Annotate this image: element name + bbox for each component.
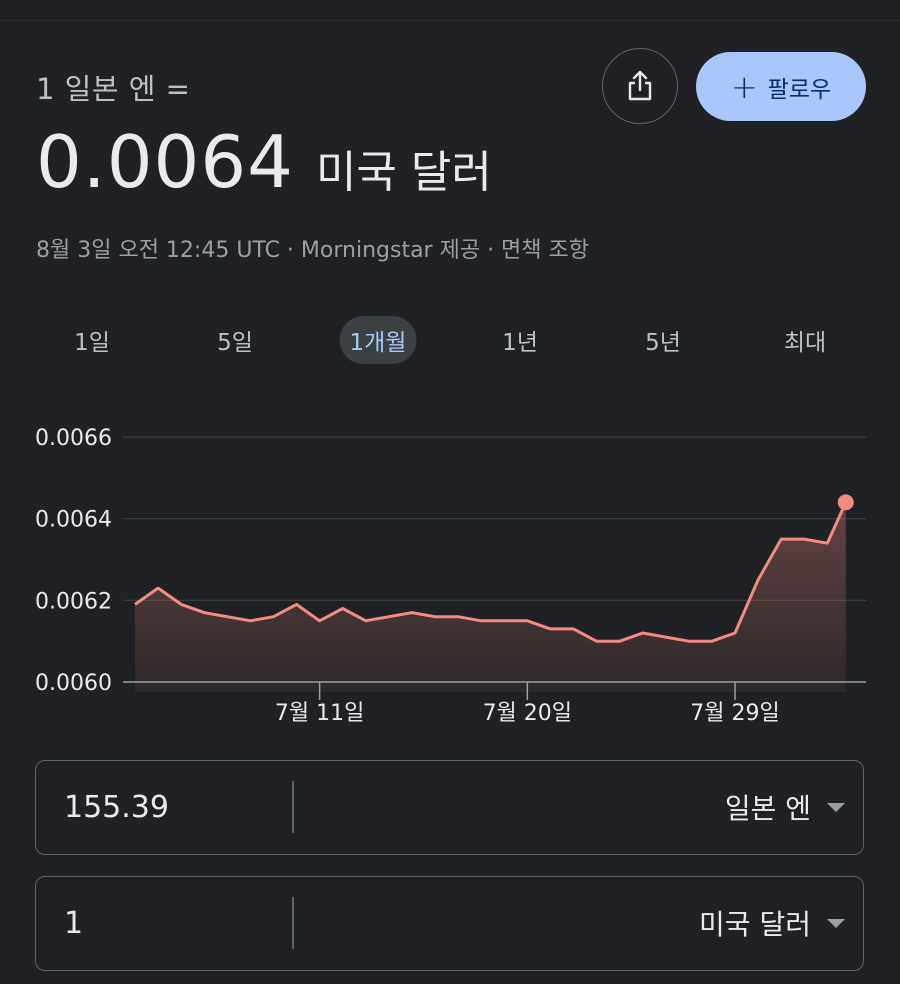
y-tick-label: 0.0060: [35, 671, 112, 696]
from-amount-input[interactable]: 155.39: [64, 761, 169, 853]
follow-label: 팔로우: [767, 76, 832, 103]
rate-value: 0.0064: [36, 120, 294, 204]
rate-meta-info: 8월 3일 오전 12:45 UTC · Morningstar 제공 · 면책…: [36, 238, 590, 263]
x-tick-label: 7월 20일: [483, 701, 572, 726]
price-area-fill: [135, 502, 846, 692]
converter-to: 1 미국 달러: [35, 876, 864, 971]
share-button[interactable]: [602, 48, 678, 124]
share-icon: [628, 70, 652, 101]
tab-1-day[interactable]: 1일: [62, 316, 122, 364]
latest-price-point: [837, 494, 854, 511]
price-line: [134, 501, 848, 643]
x-tick-label: 7월 29일: [690, 701, 779, 726]
rate-unit: 미국 달러: [315, 147, 492, 198]
dropdown-arrow-icon: [827, 918, 845, 928]
y-tick-label: 0.0064: [35, 508, 112, 533]
y-tick-label: 0.0062: [35, 589, 112, 614]
from-currency-label: 일본 엔: [724, 792, 811, 825]
from-currency-select[interactable]: 일본 엔: [725, 761, 845, 853]
time-range-tabs: 1일 5일 1개월 1년 5년 최대: [20, 306, 878, 366]
top-divider: [0, 20, 900, 21]
finance-currency-page: 1 일본 엔 = 0.0064 미국 달러 8월 3일 오전 12:45 UTC…: [0, 0, 900, 984]
plus-icon: +: [730, 67, 758, 106]
dropdown-arrow-icon: [827, 802, 845, 812]
converter-divider: [292, 781, 294, 833]
follow-button[interactable]: + 팔로우: [696, 52, 866, 121]
to-currency-select[interactable]: 미국 달러: [699, 877, 845, 969]
exchange-rate: 0.0064 미국 달러: [36, 120, 492, 204]
y-tick-label: 0.0066: [35, 426, 112, 451]
to-currency-label: 미국 달러: [699, 908, 811, 941]
to-amount-input[interactable]: 1: [64, 877, 83, 969]
price-chart[interactable]: 0.0066 0.0064 0.0062 0.0060 7월 11일 7월 20일 7월 …: [0, 400, 900, 740]
x-tick-label: 7월 11일: [275, 701, 364, 726]
rate-subtitle: 1 일본 엔 =: [36, 72, 191, 106]
price-chart-area: 0.0066 0.0064 0.0062 0.0060 7월 11일 7월 20일 7월 …: [0, 400, 900, 740]
converter-divider: [292, 897, 294, 949]
tab-5-days[interactable]: 5일: [205, 316, 265, 364]
converter-from: 155.39 일본 엔: [35, 760, 864, 855]
tab-1-month[interactable]: 1개월: [339, 316, 417, 364]
tab-max[interactable]: 최대: [772, 316, 838, 364]
tab-1-year[interactable]: 1년: [490, 316, 550, 364]
tab-5-years[interactable]: 5년: [633, 316, 693, 364]
